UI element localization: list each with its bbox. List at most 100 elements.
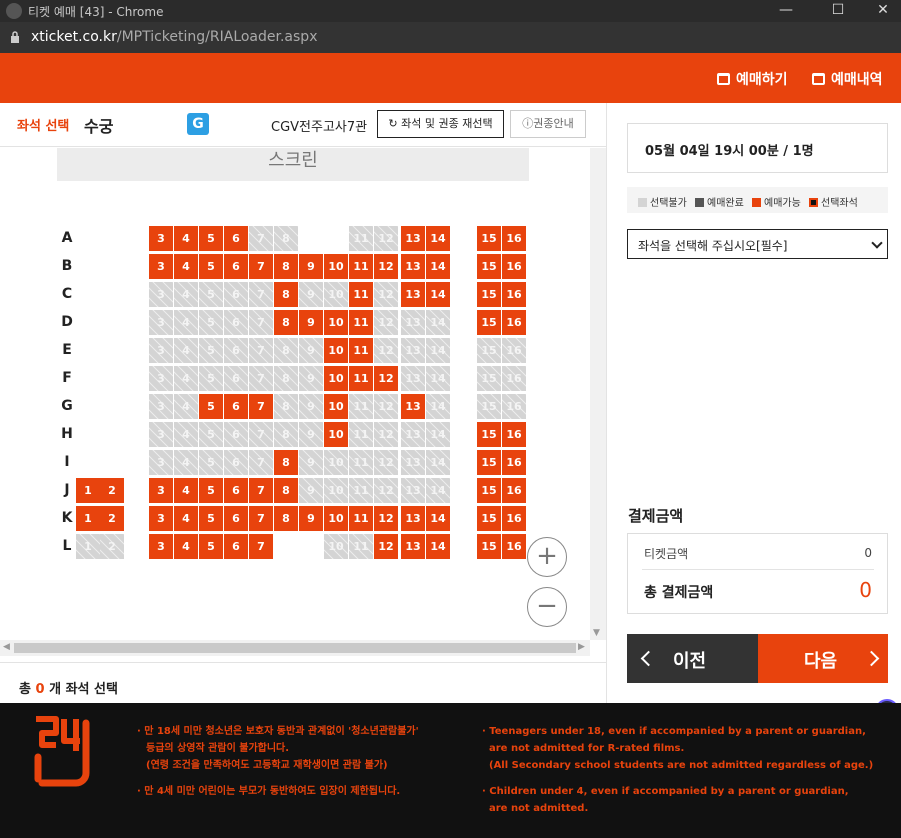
seat-D9[interactable]: 9 xyxy=(299,310,323,335)
seat-C13[interactable]: 13 xyxy=(401,282,425,307)
history-link[interactable]: 예매내역 xyxy=(812,69,883,89)
seat-K3[interactable]: 3 xyxy=(149,506,173,531)
ticket-guide-button[interactable]: ⓘ권종안내 xyxy=(510,110,586,138)
seat-B8[interactable]: 8 xyxy=(274,254,298,279)
seat-B4[interactable]: 4 xyxy=(174,254,198,279)
seat-K12[interactable]: 12 xyxy=(374,506,398,531)
seat-K15[interactable]: 15 xyxy=(477,506,501,531)
seat-J16[interactable]: 16 xyxy=(502,478,526,503)
seat-J2[interactable]: 2 xyxy=(100,478,124,503)
seat-A4[interactable]: 4 xyxy=(174,226,198,251)
seat-A13[interactable]: 13 xyxy=(401,226,425,251)
seat-I15[interactable]: 15 xyxy=(477,450,501,475)
seat-C8[interactable]: 8 xyxy=(274,282,298,307)
minimize-icon[interactable]: — xyxy=(763,0,809,22)
seat-H16[interactable]: 16 xyxy=(502,422,526,447)
seat-J6[interactable]: 6 xyxy=(224,478,248,503)
seat-E10[interactable]: 10 xyxy=(324,338,348,363)
seat-K6[interactable]: 6 xyxy=(224,506,248,531)
seat-K10[interactable]: 10 xyxy=(324,506,348,531)
scroll-right-icon[interactable]: ▶ xyxy=(578,642,585,652)
seat-D8[interactable]: 8 xyxy=(274,310,298,335)
seat-J5[interactable]: 5 xyxy=(199,478,223,503)
horizontal-scrollbar[interactable]: ◀ ▶ xyxy=(0,640,590,656)
scroll-left-icon[interactable]: ◀ xyxy=(3,642,10,652)
seat-B15[interactable]: 15 xyxy=(477,254,501,279)
url-text[interactable]: xticket.co.kr/MPTicketing/RIALoader.aspx xyxy=(31,29,317,45)
seat-D10[interactable]: 10 xyxy=(324,310,348,335)
close-icon[interactable]: ✕ xyxy=(860,0,901,22)
seat-J1[interactable]: 1 xyxy=(76,478,100,503)
seat-L13[interactable]: 13 xyxy=(401,534,425,559)
seat-B10[interactable]: 10 xyxy=(324,254,348,279)
seat-K16[interactable]: 16 xyxy=(502,506,526,531)
seat-C15[interactable]: 15 xyxy=(477,282,501,307)
seat-B9[interactable]: 9 xyxy=(299,254,323,279)
seat-F12[interactable]: 12 xyxy=(374,366,398,391)
scroll-thumb[interactable] xyxy=(14,643,576,653)
seat-K4[interactable]: 4 xyxy=(174,506,198,531)
seat-B5[interactable]: 5 xyxy=(199,254,223,279)
ticket-type-select[interactable]: 좌석을 선택해 주십시오[필수] xyxy=(627,229,888,259)
seat-B14[interactable]: 14 xyxy=(426,254,450,279)
seat-A6[interactable]: 6 xyxy=(224,226,248,251)
seat-L3[interactable]: 3 xyxy=(149,534,173,559)
seat-K11[interactable]: 11 xyxy=(349,506,373,531)
seat-K5[interactable]: 5 xyxy=(199,506,223,531)
seat-L7[interactable]: 7 xyxy=(249,534,273,559)
seat-G7[interactable]: 7 xyxy=(249,394,273,419)
seat-B13[interactable]: 13 xyxy=(401,254,425,279)
seat-L4[interactable]: 4 xyxy=(174,534,198,559)
seat-K14[interactable]: 14 xyxy=(426,506,450,531)
seat-K9[interactable]: 9 xyxy=(299,506,323,531)
seat-A14[interactable]: 14 xyxy=(426,226,450,251)
seat-I16[interactable]: 16 xyxy=(502,450,526,475)
seat-B3[interactable]: 3 xyxy=(149,254,173,279)
next-button[interactable]: 다음 xyxy=(758,634,888,683)
seat-K2[interactable]: 2 xyxy=(100,506,124,531)
seat-A3[interactable]: 3 xyxy=(149,226,173,251)
seat-J4[interactable]: 4 xyxy=(174,478,198,503)
seat-L12[interactable]: 12 xyxy=(374,534,398,559)
seat-G13[interactable]: 13 xyxy=(401,394,425,419)
seat-A15[interactable]: 15 xyxy=(477,226,501,251)
seat-F11[interactable]: 11 xyxy=(349,366,373,391)
seat-D11[interactable]: 11 xyxy=(349,310,373,335)
seat-J7[interactable]: 7 xyxy=(249,478,273,503)
seat-K13[interactable]: 13 xyxy=(401,506,425,531)
reselect-button[interactable]: ↻ 좌석 및 권종 재선택 xyxy=(377,110,504,138)
seat-D16[interactable]: 16 xyxy=(502,310,526,335)
seat-K7[interactable]: 7 xyxy=(249,506,273,531)
seat-J3[interactable]: 3 xyxy=(149,478,173,503)
seat-L16[interactable]: 16 xyxy=(502,534,526,559)
seat-K8[interactable]: 8 xyxy=(274,506,298,531)
zoom-in-button[interactable]: + xyxy=(527,537,567,577)
seat-I8[interactable]: 8 xyxy=(274,450,298,475)
seat-A5[interactable]: 5 xyxy=(199,226,223,251)
seat-L14[interactable]: 14 xyxy=(426,534,450,559)
vertical-scrollbar[interactable]: ▼ xyxy=(590,148,606,640)
seat-G5[interactable]: 5 xyxy=(199,394,223,419)
seat-B7[interactable]: 7 xyxy=(249,254,273,279)
seat-F10[interactable]: 10 xyxy=(324,366,348,391)
reserve-link[interactable]: 예매하기 xyxy=(717,69,788,89)
seat-C14[interactable]: 14 xyxy=(426,282,450,307)
seat-H15[interactable]: 15 xyxy=(477,422,501,447)
seat-A16[interactable]: 16 xyxy=(502,226,526,251)
seat-B11[interactable]: 11 xyxy=(349,254,373,279)
seat-H10[interactable]: 10 xyxy=(324,422,348,447)
seat-L6[interactable]: 6 xyxy=(224,534,248,559)
seat-C11[interactable]: 11 xyxy=(349,282,373,307)
seat-B6[interactable]: 6 xyxy=(224,254,248,279)
scroll-down-icon[interactable]: ▼ xyxy=(593,628,600,638)
address-bar[interactable]: xticket.co.kr/MPTicketing/RIALoader.aspx xyxy=(0,22,901,53)
zoom-out-button[interactable]: − xyxy=(527,587,567,627)
prev-button[interactable]: 이전 xyxy=(627,634,758,683)
maximize-icon[interactable]: ☐ xyxy=(815,0,861,22)
seat-map[interactable]: 스크린 + − A 3 4 5 6 7 8 11 12 13 14 15 16 B 3 4 5 6 7 8 9 10 11 1… xyxy=(0,148,590,640)
seat-J15[interactable]: 15 xyxy=(477,478,501,503)
seat-K1[interactable]: 1 xyxy=(76,506,100,531)
seat-E11[interactable]: 11 xyxy=(349,338,373,363)
seat-B12[interactable]: 12 xyxy=(374,254,398,279)
seat-L15[interactable]: 15 xyxy=(477,534,501,559)
